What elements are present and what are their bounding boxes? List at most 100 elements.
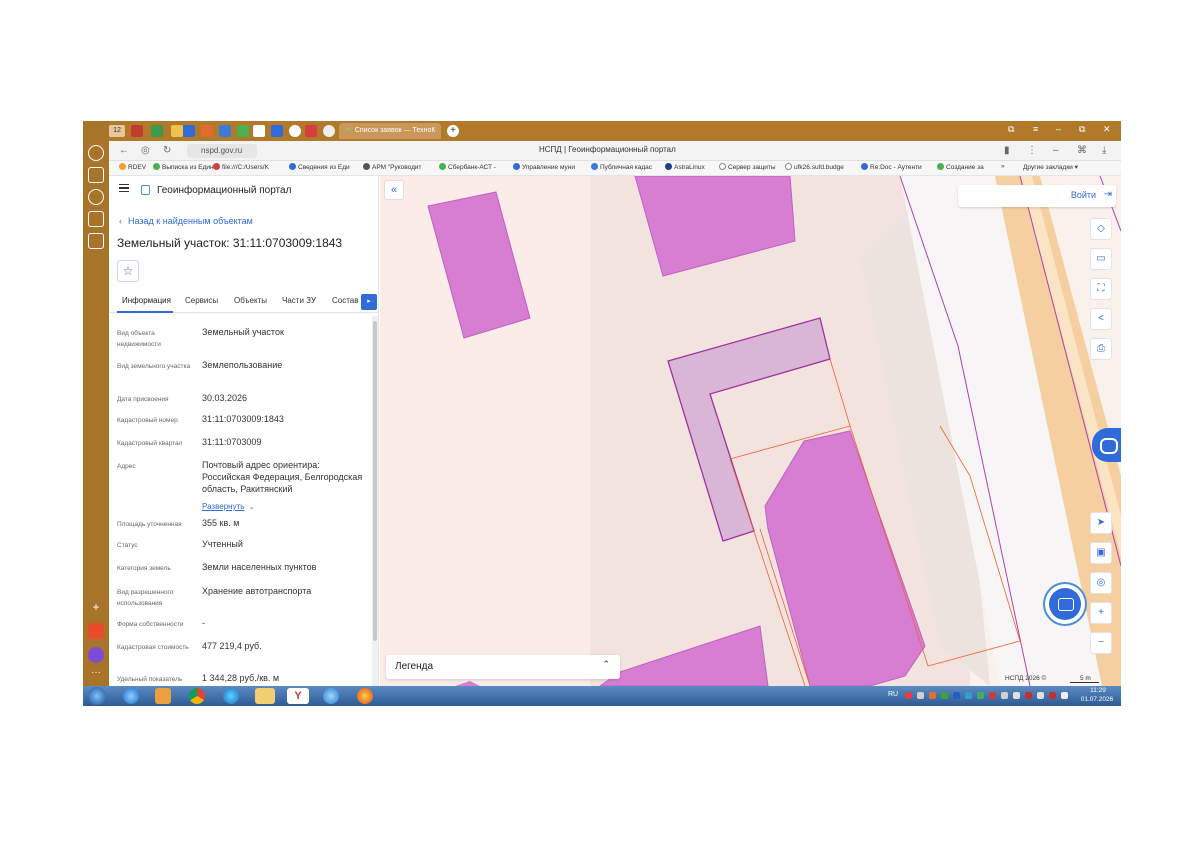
tray-icon[interactable]: [929, 692, 936, 699]
tabs-scroll-right-button[interactable]: ▸: [361, 294, 377, 310]
legend-dropdown[interactable]: Легенда ⌃: [386, 655, 620, 679]
ie-icon[interactable]: [123, 688, 139, 704]
bookmark-item[interactable]: Управление муни: [513, 163, 575, 171]
more-icon[interactable]: ⋮: [1027, 145, 1037, 156]
bookmark-item[interactable]: Сведения из Еди: [289, 163, 350, 171]
network-icon[interactable]: [1061, 692, 1068, 699]
scrollbar-thumb[interactable]: [373, 321, 377, 641]
new-tab-button[interactable]: +: [447, 125, 459, 137]
tray-icon[interactable]: [1013, 692, 1020, 699]
layers-button[interactable]: ◇: [1090, 218, 1112, 240]
extensions-icon[interactable]: ⌘: [1077, 145, 1087, 156]
tray-icon[interactable]: [989, 692, 996, 699]
tab-active[interactable]: Ϻ Список заявок — ТехноК: [339, 123, 442, 139]
print-button[interactable]: ⎙: [1090, 338, 1112, 360]
firefox-icon[interactable]: [357, 688, 373, 704]
close-icon[interactable]: ✕: [1103, 124, 1111, 135]
back-icon[interactable]: ←: [119, 145, 129, 156]
start-button[interactable]: [88, 687, 106, 705]
tab-icon[interactable]: [183, 125, 195, 137]
tab-manager-icon[interactable]: ⧉: [1008, 124, 1014, 135]
clock-time[interactable]: 11:29: [1083, 687, 1113, 694]
tab-objects[interactable]: Объекты: [234, 296, 267, 305]
yandex-browser-icon[interactable]: Y: [287, 688, 309, 704]
media-player-icon[interactable]: [155, 688, 171, 704]
tab-icon[interactable]: [253, 125, 265, 137]
download-icon[interactable]: ⤓: [1102, 145, 1106, 156]
bookmark-item[interactable]: Сервер защиты: [719, 163, 776, 171]
alice-icon[interactable]: [88, 647, 104, 663]
tray-icon[interactable]: [977, 692, 984, 699]
tab-parts[interactable]: Части ЗУ: [282, 296, 316, 305]
tray-icon[interactable]: [1037, 692, 1044, 699]
bookmark-item[interactable]: Выписка из Един: [153, 163, 214, 171]
zoom-out-button[interactable]: −: [1090, 632, 1112, 654]
select-area-button[interactable]: ⛶: [1090, 278, 1112, 300]
bookmark-icon[interactable]: ▮: [1004, 145, 1010, 156]
wallet-button[interactable]: ▣: [1090, 542, 1112, 564]
reload-icon[interactable]: ↻: [163, 145, 171, 156]
mail-icon[interactable]: [88, 623, 104, 639]
app-icon[interactable]: [323, 688, 339, 704]
bookmark-item[interactable]: Re:Doc - Аутенти: [861, 163, 922, 171]
clock-date[interactable]: 01.07.2026: [1077, 696, 1117, 703]
tab-icon[interactable]: [271, 125, 283, 137]
bookmark-item[interactable]: АРМ "Руководит: [363, 163, 422, 171]
login-button[interactable]: Войти ⇥: [958, 185, 1116, 207]
collections-icon[interactable]: [88, 167, 104, 183]
collapse-panel-button[interactable]: «: [384, 180, 404, 200]
bookmark-item[interactable]: AstraLinux: [665, 163, 705, 171]
language-indicator[interactable]: RU: [888, 691, 898, 698]
tab-composition[interactable]: Состав: [332, 296, 359, 305]
tray-icon[interactable]: [917, 692, 924, 699]
edge-icon[interactable]: [223, 688, 239, 704]
back-to-results-link[interactable]: ‹ Назад к найденным объектам: [119, 216, 253, 226]
tab-services[interactable]: Сервисы: [185, 296, 218, 305]
tab-icon[interactable]: [151, 125, 163, 137]
zen-icon[interactable]: [88, 189, 104, 205]
bookmark-item[interactable]: Сбербанк-АСТ -: [439, 163, 496, 171]
locate-button[interactable]: ◎: [1090, 572, 1112, 594]
tab-icon[interactable]: [237, 125, 249, 137]
tab-icon[interactable]: [323, 125, 335, 137]
favorite-button[interactable]: ☆: [117, 260, 139, 282]
calendar-icon[interactable]: [88, 211, 104, 227]
other-bookmarks[interactable]: Другие закладки ▾: [1023, 163, 1078, 171]
explorer-icon[interactable]: [255, 688, 275, 704]
bookmark-item[interactable]: RDEV: [119, 163, 146, 171]
menu-icon[interactable]: ≡: [1033, 124, 1038, 134]
tray-icon[interactable]: [1025, 692, 1032, 699]
tab-information[interactable]: Информация: [122, 296, 171, 305]
restore-icon[interactable]: ⧉: [1079, 124, 1085, 135]
gosuslugi-icon[interactable]: [1092, 428, 1121, 462]
tab-icon[interactable]: [171, 125, 183, 137]
chrome-icon[interactable]: [189, 688, 205, 704]
tab-icon[interactable]: [131, 125, 143, 137]
bookmark-item[interactable]: file:///C:/Users/K: [213, 163, 269, 171]
menu-icon[interactable]: [119, 184, 129, 192]
bookmark-item[interactable]: ufk26.sufd.budge: [785, 163, 844, 171]
tab-counter-badge[interactable]: 12: [109, 125, 125, 137]
tab-icon[interactable]: [289, 125, 301, 137]
add-panel-icon[interactable]: +: [88, 601, 104, 617]
tab-icon[interactable]: [219, 125, 231, 137]
bookmarks-overflow-icon[interactable]: »: [1001, 163, 1005, 170]
geolocation-button[interactable]: ➤: [1090, 512, 1112, 534]
url-field[interactable]: nspd.gov.ru: [187, 144, 257, 158]
tray-icon[interactable]: [941, 692, 948, 699]
ruler-button[interactable]: ▭: [1090, 248, 1112, 270]
history-icon[interactable]: [88, 145, 104, 161]
screenshot-icon[interactable]: [88, 233, 104, 249]
tray-icon[interactable]: [1001, 692, 1008, 699]
tab-icon[interactable]: [201, 125, 213, 137]
zoom-in-button[interactable]: +: [1090, 602, 1112, 624]
protect-icon[interactable]: ◎: [141, 145, 150, 156]
tray-icon[interactable]: [965, 692, 972, 699]
map-canvas[interactable]: [380, 176, 1121, 686]
bookmark-item[interactable]: Создание за: [937, 163, 984, 171]
chat-button[interactable]: [1049, 588, 1081, 620]
tray-icon[interactable]: [905, 692, 912, 699]
tray-icon[interactable]: [953, 692, 960, 699]
map-view[interactable]: « Войти ⇥ ◇ ▭ ⛶ < ⎙ ➤ ▣ ◎ + − Легенда ⌃ …: [380, 176, 1121, 686]
bookmark-item[interactable]: Публичная кадас: [591, 163, 652, 171]
